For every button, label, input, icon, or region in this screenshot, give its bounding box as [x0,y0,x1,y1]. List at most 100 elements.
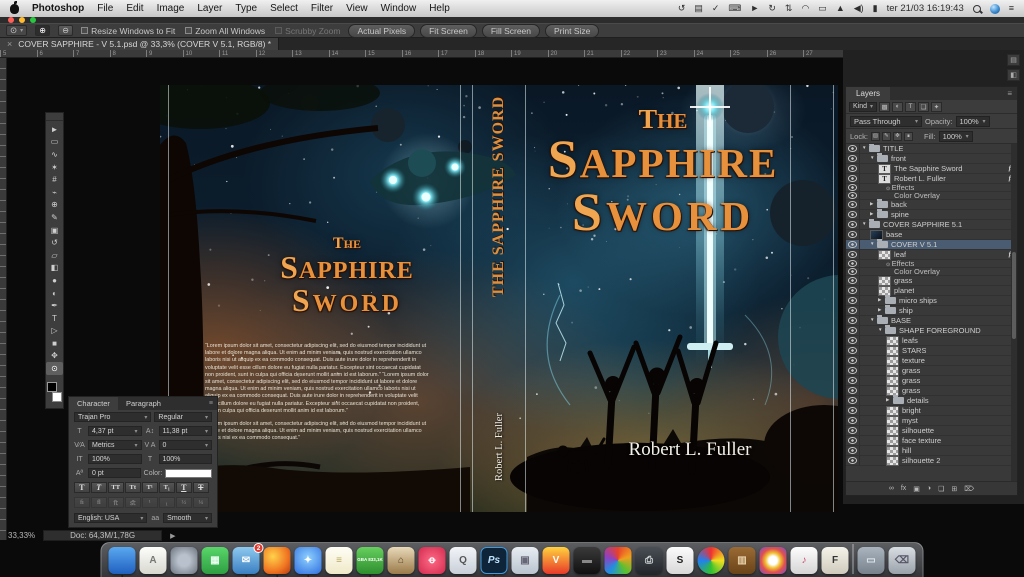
layers-scrollbar[interactable] [1011,144,1017,481]
guide-line[interactable] [460,85,461,512]
dock-app-icon[interactable]: ▭ [857,547,885,574]
color-swatches[interactable] [46,380,63,402]
options-button[interactable]: Print Size [545,23,600,38]
status-options-arrow-icon[interactable]: ▶ [170,532,175,540]
layers-action-icon[interactable]: ◑ [927,485,931,492]
dock-app-icon[interactable]: ꝋ [418,547,446,574]
tool-button[interactable]: ▷ [46,325,63,338]
options-checkbox[interactable]: Resize Windows to Fit [81,26,175,36]
expand-arrow-icon[interactable] [878,298,885,303]
tool-button[interactable]: ↺ [46,236,63,249]
lock-icon[interactable]: ✎ [881,131,891,141]
tool-preset-picker[interactable]: ⊙ ▾ [6,25,28,36]
guide-line[interactable] [833,85,834,512]
layer-row[interactable]: TITLE fx [846,144,1017,154]
status-icon[interactable]: ▮ [873,4,878,13]
visibility-eye-icon[interactable] [846,316,860,325]
fill-field[interactable]: 100% ▾ [938,130,973,142]
vertical-ruler[interactable] [0,58,7,540]
tool-button[interactable]: ■ [46,337,63,350]
visibility-eye-icon[interactable] [846,220,860,229]
visibility-eye-icon[interactable] [846,200,860,209]
dock-app-icon[interactable]: Ps [480,547,508,574]
layer-row[interactable]: leaf fx [846,249,1017,260]
dock-app-icon[interactable] [604,547,632,574]
expand-arrow-icon[interactable] [878,308,885,313]
background-color-swatch[interactable] [52,391,62,402]
font-style-select[interactable]: Regular ▾ [154,412,212,422]
menu-item[interactable]: Image [157,3,185,14]
menu-item[interactable]: Photoshop [32,3,84,14]
collapsed-panel-icon[interactable]: ◧ [1007,69,1020,81]
dock-app-icon[interactable] [108,547,136,574]
spotlight-icon[interactable] [972,4,981,13]
visibility-eye-icon[interactable] [846,174,860,183]
panel-menu-icon[interactable]: ≡ [209,400,217,407]
status-icon[interactable]: ▲ [836,4,845,13]
layer-row[interactable]: silhouette fx [846,425,1017,436]
expand-arrow-icon[interactable] [862,222,869,227]
status-icon[interactable]: ↺ [678,4,686,13]
layers-action-icon[interactable]: ▣ [913,485,920,493]
expand-arrow-icon[interactable] [870,156,877,161]
visibility-eye-icon[interactable] [846,184,860,191]
menu-clock[interactable]: ter 21/03 16:19:43 [887,3,964,14]
type-style-toggle[interactable]: T [176,482,192,493]
menu-item[interactable]: Select [270,3,298,14]
layer-row[interactable]: grass fx [846,365,1017,376]
horizontal-scale-field[interactable]: 100% [158,454,212,464]
dock-app-icon[interactable]: ▥ [728,547,756,574]
tool-button[interactable]: ⊙ [46,362,63,375]
zoom-level[interactable]: 33,33% [8,531,35,540]
lock-icon[interactable]: ✥ [892,131,902,141]
layer-row[interactable]: back fx [846,199,1017,210]
tool-button[interactable]: ⊕ [46,199,63,212]
visibility-eye-icon[interactable] [846,426,860,435]
zoom-out-mode-button[interactable]: ⊖ [58,25,74,36]
visibility-eye-icon[interactable] [846,240,860,249]
options-button[interactable]: Fit Screen [420,23,477,38]
opacity-field[interactable]: 100% ▾ [955,115,990,127]
visibility-eye-icon[interactable] [846,154,860,163]
leading-field[interactable]: 11,38 pt ▾ [158,426,212,436]
horizontal-ruler[interactable]: 5 6 7 8 9 10 11 12 13 14 15 16 17 18 19 20 21 22 23 24 25 26 2… [0,50,843,58]
dock-app-icon[interactable]: ⎙ [635,547,663,574]
status-icon[interactable]: ⇅ [785,4,793,13]
tool-button[interactable]: ▣ [46,224,63,237]
layer-row[interactable]: micro ships fx [846,295,1017,306]
layer-row[interactable]: myst fx [846,415,1017,426]
close-tab-icon[interactable]: × [7,39,12,49]
visibility-eye-icon[interactable] [846,356,860,365]
menu-item[interactable]: View [346,3,368,14]
layer-row[interactable]: grass fx [846,375,1017,386]
dock-app-icon[interactable]: V [542,547,570,574]
visibility-eye-icon[interactable] [846,306,860,315]
layers-panel-menu-icon[interactable]: ≡ [1007,89,1017,98]
zoom-in-mode-button[interactable]: ⊕ [35,25,51,36]
menu-item[interactable]: Type [235,3,257,14]
dock-app-icon[interactable] [697,547,725,574]
layers-action-icon[interactable]: ∞ [889,485,894,492]
visibility-eye-icon[interactable] [846,346,860,355]
dock-app-icon[interactable]: ✦ [294,547,322,574]
tool-button[interactable]: T [46,312,63,325]
panel-grip[interactable] [46,117,63,121]
menu-item[interactable]: Help [429,3,450,14]
opentype-toggle[interactable]: ﬆ [125,497,141,508]
layers-action-icon[interactable]: fx [901,485,906,492]
tool-button[interactable]: ◐ [46,287,63,300]
visibility-eye-icon[interactable] [846,250,860,259]
tab-layers[interactable]: Layers [846,87,891,100]
layer-row[interactable]: The Sapphire Sword fx [846,163,1017,174]
baseline-shift-field[interactable]: 0 pt [88,468,141,478]
document-tab[interactable]: × COVER SAPPHIRE - V 5.1.psd @ 33,3% (CO… [0,38,280,50]
layer-filter-icon[interactable]: ◐ [892,101,904,112]
dock-app-icon[interactable]: ✿ [759,547,787,574]
type-style-toggle[interactable]: T [193,482,209,493]
visibility-eye-icon[interactable] [846,164,860,173]
tool-button[interactable]: ✎ [46,211,63,224]
font-family-select[interactable]: Trajan Pro ▾ [74,412,152,422]
dock-app-icon[interactable]: ♪ [790,547,818,574]
tool-button[interactable]: ✶ [46,161,63,174]
visibility-eye-icon[interactable] [846,286,860,295]
